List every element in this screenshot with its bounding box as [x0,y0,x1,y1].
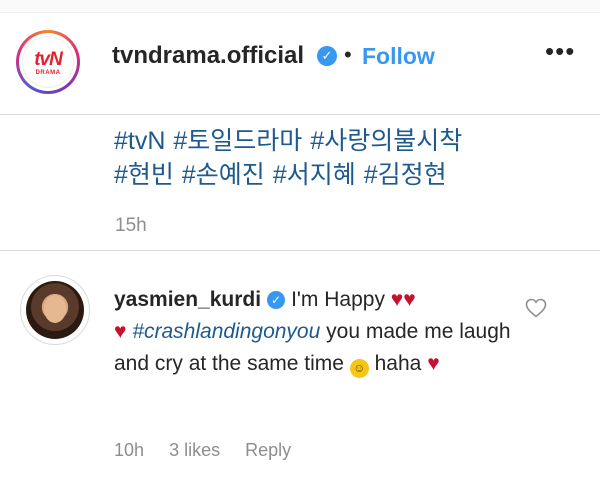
hashtag-link[interactable]: #tvN [114,127,165,155]
logo-main-text: tvN [34,49,63,70]
heart-emoji-icon: ♥ [427,352,440,375]
heart-emoji-icon: ♥♥ [390,288,416,311]
comment-meta: 10h 3 likes Reply [114,440,311,461]
comment-text: I'm Happy [291,288,385,311]
hashtag-link[interactable]: #사랑의불시착 [310,127,462,155]
account-avatar[interactable]: tvN DRAMA [16,30,80,94]
smiling-face-icon: ☺ [349,359,369,378]
heart-emoji-icon: ♥ [114,320,127,343]
comment-username[interactable]: yasmien_kurdi [114,288,261,311]
hashtag-link[interactable]: #현빈 [114,161,174,189]
post-username[interactable]: tvndrama.official [112,42,304,70]
hashtag-link[interactable]: #김정현 [364,161,447,189]
comment-hashtag-link[interactable]: #crashlandingonyou [132,320,320,343]
post-caption: #tvN #토일드라마 #사랑의불시착 #현빈 #손예진 #서지혜 #김정현 [114,124,584,192]
hashtag-link[interactable]: #손예진 [182,161,265,189]
post-timestamp[interactable]: 15h [115,215,147,237]
comment-likes[interactable]: 3 likes [169,440,220,460]
verified-check-icon: ✓ [317,46,337,66]
follow-button[interactable]: Follow [362,43,435,70]
divider [0,250,600,251]
heart-outline-icon[interactable] [524,296,548,320]
post-header: tvN DRAMA tvndrama.official ✓ • Follow •… [0,12,600,115]
separator-dot: • [344,42,352,67]
hashtag-link[interactable]: #토일드라마 [173,127,302,155]
comment-timestamp[interactable]: 10h [114,440,144,460]
more-options-icon[interactable]: ••• [545,36,575,67]
comment-body: yasmien_kurdi ✓ I'm Happy ♥♥ ♥ #crashlandi… [114,284,524,380]
verified-check-icon: ✓ [267,291,286,309]
reply-button[interactable]: Reply [245,440,291,460]
logo-sub-text: DRAMA [35,70,61,76]
comment-text: haha [374,352,422,375]
commenter-avatar[interactable] [20,275,90,345]
tvn-drama-logo: tvN DRAMA [22,36,74,88]
hashtag-link[interactable]: #서지혜 [273,161,356,189]
